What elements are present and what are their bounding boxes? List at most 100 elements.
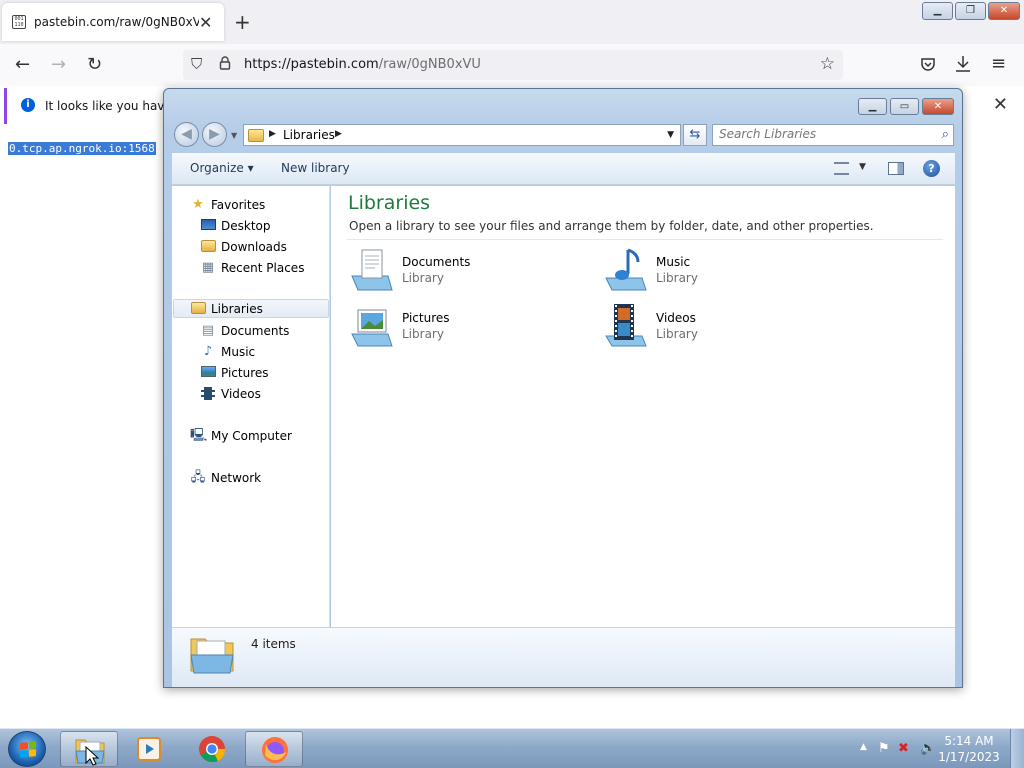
library-name: Documents — [402, 255, 471, 269]
clock[interactable]: 5:14 AM 1/17/2023 — [936, 733, 1002, 765]
explorer-close-button[interactable]: ✕ — [922, 98, 954, 115]
url-text[interactable]: https://pastebin.com/raw/0gNB0xVU — [244, 57, 481, 72]
browser-minimize-button[interactable]: ▁ — [922, 2, 953, 20]
preview-pane-icon[interactable] — [888, 162, 904, 175]
url-path: /raw/0gNB0xVU — [378, 57, 481, 72]
nav-favorites[interactable]: ★ Favorites — [190, 195, 265, 214]
details-pane: 4 items — [172, 627, 955, 687]
taskbar-chrome-button[interactable] — [183, 731, 241, 767]
network-disconnected-icon[interactable]: ✖ — [898, 741, 909, 756]
taskbar: ▲ ⚑ ✖ 🔈 5:14 AM 1/17/2023 — [0, 728, 1024, 768]
action-center-icon[interactable]: ⚑ — [878, 741, 890, 756]
bookmark-star-icon[interactable]: ☆ — [820, 54, 835, 74]
breadcrumb-arrow-icon[interactable]: ▶ — [335, 129, 342, 139]
explorer-maximize-button[interactable]: ▭ — [890, 98, 919, 115]
browser-tab-bar: 001 110 pastebin.com/raw/0gNB0xVU ✕ + ▁ ❐… — [0, 0, 1024, 44]
lock-icon[interactable] — [219, 56, 231, 70]
menu-hamburger-icon[interactable]: ≡ — [991, 53, 1006, 74]
browser-tab[interactable]: 001 110 pastebin.com/raw/0gNB0xVU ✕ — [2, 3, 224, 41]
nav-documents[interactable]: ▤ Documents — [200, 321, 290, 340]
nav-downloads[interactable]: Downloads — [200, 237, 287, 256]
url-bar[interactable]: ⛉ https://pastebin.com/raw/0gNB0xVU ☆ — [183, 50, 843, 80]
browser-restore-button[interactable]: ❐ — [955, 2, 986, 20]
command-bar: Organize ▾ New library ▼ ? — [172, 153, 955, 185]
browser-toolbar: ← → ↻ ⛉ https://pastebin.com/raw/0gNB0xV… — [0, 44, 1024, 86]
library-tile-videos[interactable]: Videos Library — [602, 302, 832, 352]
taskbar-firefox-button[interactable] — [245, 731, 303, 767]
pastebin-favicon-icon: 001 110 — [12, 15, 26, 29]
nav-recent-places[interactable]: ▦ Recent Places — [200, 258, 305, 277]
library-name: Music — [656, 255, 691, 269]
view-options-dropdown-icon[interactable]: ▼ — [859, 162, 866, 172]
url-host: https://pastebin.com — [244, 57, 379, 72]
libraries-heading: Libraries — [348, 192, 431, 214]
recent-places-icon: ▦ — [201, 259, 215, 275]
change-view-icon[interactable] — [834, 162, 849, 175]
taskbar-media-player-button[interactable] — [120, 731, 178, 767]
refresh-icon[interactable]: ⇆ — [683, 124, 707, 146]
content-pane: Libraries Open a library to see your fil… — [331, 186, 955, 627]
nav-my-computer[interactable]: 🖳 My Computer — [190, 426, 292, 445]
library-tile-documents[interactable]: Documents Library — [348, 246, 578, 296]
nav-libraries[interactable]: Libraries — [173, 299, 329, 318]
selected-page-text[interactable]: 0.tcp.ap.ngrok.io:1568 — [8, 142, 156, 155]
nav-label: Downloads — [221, 239, 287, 254]
nav-network[interactable]: 🖧 Network — [190, 468, 261, 487]
tab-title: pastebin.com/raw/0gNB0xVU — [34, 15, 199, 29]
pocket-icon[interactable] — [920, 56, 936, 72]
back-arrow-icon[interactable]: ← — [15, 54, 30, 75]
start-button[interactable] — [8, 731, 46, 767]
clock-time: 5:14 AM — [944, 734, 994, 748]
nav-desktop[interactable]: Desktop — [200, 216, 271, 235]
show-hidden-icons-icon[interactable]: ▲ — [860, 742, 867, 752]
recent-pages-dropdown-icon[interactable]: ▼ — [231, 131, 237, 140]
new-tab-icon[interactable]: + — [234, 10, 251, 34]
nav-music[interactable]: ♪ Music — [200, 342, 255, 361]
address-bar[interactable]: ▶ Libraries ▶ ▼ — [243, 124, 681, 146]
system-tray: ▲ ⚑ ✖ 🔈 5:14 AM 1/17/2023 — [834, 729, 1024, 768]
library-type: Library — [656, 271, 698, 285]
explorer-window-controls: ▁ ▭ ✕ — [858, 98, 954, 115]
libraries-large-icon — [190, 638, 234, 674]
library-name: Pictures — [402, 311, 450, 325]
tab-close-icon[interactable]: ✕ — [199, 13, 212, 32]
tracking-shield-icon[interactable]: ⛉ — [191, 55, 202, 73]
help-icon[interactable]: ? — [923, 160, 940, 177]
reload-icon[interactable]: ↻ — [87, 54, 102, 75]
nav-label: Desktop — [221, 218, 271, 233]
forward-button[interactable]: ▶ — [202, 122, 227, 147]
documents-icon: ▤ — [201, 322, 215, 338]
search-input[interactable] — [719, 127, 924, 141]
search-box[interactable]: ⌕ — [712, 124, 954, 146]
new-library-button[interactable]: New library — [281, 161, 350, 175]
explorer-minimize-button[interactable]: ▁ — [858, 98, 887, 115]
browser-close-button[interactable]: ✕ — [988, 2, 1020, 20]
nav-pictures[interactable]: Pictures — [200, 363, 269, 382]
show-desktop-button[interactable] — [1010, 729, 1024, 768]
organize-button[interactable]: Organize ▾ — [190, 161, 254, 175]
library-tile-pictures[interactable]: Pictures Library — [348, 302, 578, 352]
navigation-pane: ★ Favorites Desktop Downloads ▦ Recent P… — [172, 186, 330, 627]
nav-label: Recent Places — [221, 260, 305, 275]
divider — [347, 239, 943, 240]
downloads-icon[interactable] — [955, 55, 971, 73]
libraries-description: Open a library to see your files and arr… — [349, 219, 874, 233]
music-note-icon: ♪ — [203, 343, 213, 359]
forward-arrow-icon[interactable]: → — [51, 54, 66, 75]
back-button[interactable]: ◀ — [174, 122, 199, 147]
taskbar-explorer-button[interactable] — [60, 731, 118, 767]
breadcrumb-libraries[interactable]: Libraries — [283, 128, 335, 142]
breadcrumb-arrow-icon[interactable]: ▶ — [269, 129, 276, 139]
notification-close-icon[interactable]: ✕ — [993, 94, 1008, 115]
nav-label: My Computer — [211, 428, 292, 443]
library-tile-music[interactable]: Music Library — [602, 246, 832, 296]
volume-icon[interactable]: 🔈 — [920, 741, 936, 756]
nav-label: Music — [221, 344, 256, 359]
music-library-icon — [605, 248, 647, 291]
nav-label: Videos — [221, 386, 261, 401]
nav-label: Libraries — [211, 301, 263, 316]
nav-videos[interactable]: Videos — [200, 384, 261, 403]
nav-label: Documents — [221, 323, 290, 338]
search-icon[interactable]: ⌕ — [942, 127, 949, 142]
address-dropdown-icon[interactable]: ▼ — [667, 130, 674, 140]
